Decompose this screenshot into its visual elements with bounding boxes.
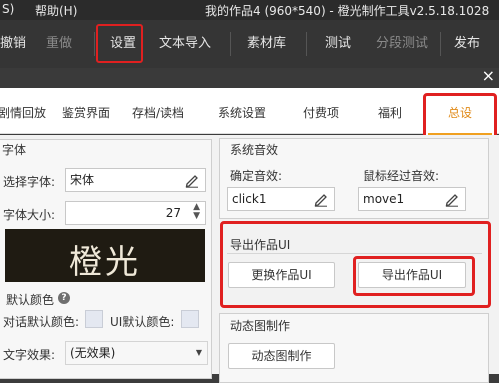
font-preview: 橙光 bbox=[5, 229, 205, 282]
export-ui-panel-title: 导出作品UI bbox=[230, 238, 291, 252]
help-icon[interactable]: ? bbox=[58, 292, 70, 304]
select-font-label: 选择字体: bbox=[3, 175, 56, 189]
dialog-header bbox=[0, 68, 499, 88]
tab-general-label: 总设 bbox=[447, 106, 472, 120]
settings-highlight-box bbox=[96, 24, 143, 63]
toolbar-separator bbox=[94, 32, 95, 56]
confirm-sound-label: 确定音效: bbox=[230, 169, 283, 183]
hover-sound-label: 鼠标经过音效: bbox=[363, 169, 440, 183]
default-color-label: 默认颜色 bbox=[6, 293, 55, 307]
divider bbox=[227, 253, 482, 254]
font-preview-text: 橙光 bbox=[69, 242, 141, 281]
spinner-arrows-icon[interactable]: ▲ ▼ bbox=[193, 203, 200, 221]
font-field[interactable]: 宋体 bbox=[65, 168, 206, 192]
tab-gallery[interactable]: 鉴赏界面 bbox=[62, 88, 110, 134]
window-title: 我的作品4 (960*540) - 橙光制作工具v2.5.18.1028 bbox=[205, 4, 490, 18]
toolbar-separator bbox=[440, 32, 441, 56]
undo-button[interactable]: 撤销 bbox=[0, 20, 26, 68]
tab-replay[interactable]: 剧情回放 bbox=[0, 88, 46, 134]
toolbar-separator bbox=[306, 32, 307, 56]
dialog-color-swatch[interactable] bbox=[85, 310, 103, 328]
text-import-button[interactable]: 文本导入 bbox=[159, 20, 211, 68]
font-value: 宋体 bbox=[70, 173, 95, 187]
ui-color-label: UI默认颜色: bbox=[110, 315, 175, 329]
menu-item-s[interactable]: S) bbox=[2, 2, 14, 16]
font-panel-title: 字体 bbox=[2, 143, 27, 157]
pencil-icon[interactable] bbox=[444, 191, 460, 207]
chevron-down-icon[interactable]: ▼ bbox=[196, 342, 202, 364]
sound-panel-title: 系统音效 bbox=[230, 143, 279, 157]
font-size-label: 字体大小: bbox=[3, 208, 56, 222]
test-button[interactable]: 测试 bbox=[325, 20, 351, 68]
asset-library-button[interactable]: 素材库 bbox=[247, 20, 286, 68]
tab-paid-items[interactable]: 付费项 bbox=[303, 88, 339, 134]
menu-item-help[interactable]: 帮助(H) bbox=[35, 2, 77, 19]
pencil-icon[interactable] bbox=[313, 191, 329, 207]
font-size-spinner[interactable]: 27 ▲ ▼ bbox=[65, 201, 206, 225]
tab-save-load[interactable]: 存档/读档 bbox=[132, 88, 184, 134]
text-effect-label: 文字效果: bbox=[3, 348, 56, 362]
confirm-sound-field[interactable]: click1 bbox=[227, 187, 335, 211]
text-effect-select[interactable]: (无效果) ▼ bbox=[65, 341, 208, 365]
animation-panel-title: 动态图制作 bbox=[230, 319, 291, 333]
export-ui-button[interactable]: 导出作品UI bbox=[358, 262, 466, 288]
toolbar-separator bbox=[230, 32, 231, 56]
ui-color-swatch[interactable] bbox=[181, 310, 199, 328]
segment-test-button[interactable]: 分段测试 bbox=[376, 20, 428, 68]
tab-benefits[interactable]: 福利 bbox=[378, 88, 402, 134]
make-animation-button[interactable]: 动态图制作 bbox=[228, 343, 335, 369]
hover-sound-value: move1 bbox=[363, 192, 405, 206]
replace-ui-button[interactable]: 更换作品UI bbox=[228, 262, 335, 288]
close-icon[interactable]: × bbox=[482, 66, 495, 86]
confirm-sound-value: click1 bbox=[232, 192, 267, 206]
settings-content: 字体 选择字体: 宋体 字体大小: 27 ▲ ▼ 橙光 默认颜色 ? 对话默认颜色… bbox=[0, 135, 499, 383]
text-effect-value: (无效果) bbox=[70, 346, 116, 360]
tab-system-settings[interactable]: 系统设置 bbox=[218, 88, 266, 134]
font-size-value: 27 bbox=[165, 206, 181, 220]
title-bar: S) 帮助(H) 我的作品4 (960*540) - 橙光制作工具v2.5.18… bbox=[0, 0, 499, 20]
hover-sound-field[interactable]: move1 bbox=[358, 187, 466, 211]
redo-button[interactable]: 重做 bbox=[46, 20, 72, 68]
publish-button[interactable]: 发布 bbox=[454, 20, 480, 68]
main-toolbar: 撤销 重做 设置 文本导入 素材库 测试 分段测试 发布 bbox=[0, 20, 499, 68]
pencil-icon[interactable] bbox=[184, 172, 200, 188]
dialog-color-label: 对话默认颜色: bbox=[3, 315, 80, 329]
